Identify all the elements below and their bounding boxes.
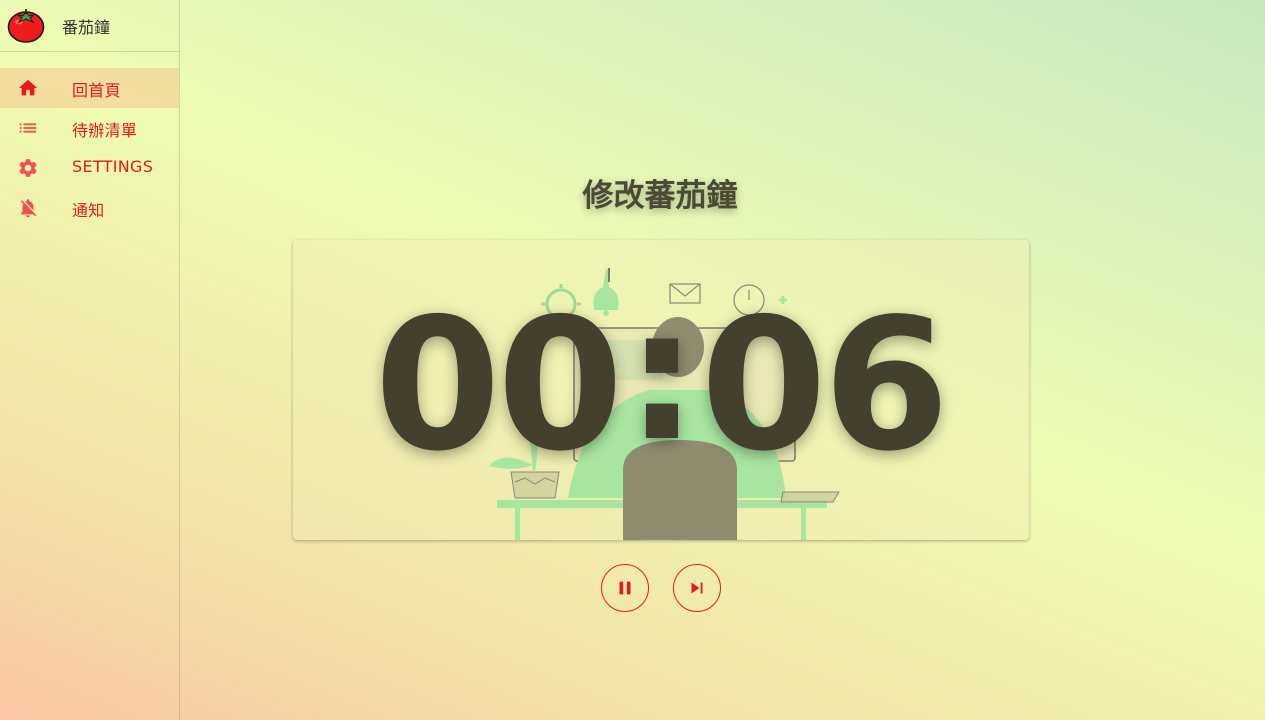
page-title: 修改蕃茄鐘 xyxy=(582,178,738,214)
pause-button[interactable] xyxy=(601,564,649,612)
skip-button[interactable] xyxy=(673,564,721,612)
timer-minutes: 00 xyxy=(374,279,623,491)
app-title: 番茄鐘 xyxy=(62,18,111,37)
timer-display: 00 : 06 xyxy=(370,279,950,491)
sidebar-item-home[interactable]: 回首頁 xyxy=(0,68,179,108)
list-icon xyxy=(19,123,37,133)
sidebar-item-label: 待辦清單 xyxy=(72,121,138,140)
sidebar-item-label: 通知 xyxy=(72,201,105,220)
sidebar-item-label: SETTINGS xyxy=(72,157,154,176)
timer-seconds: 06 xyxy=(700,279,949,491)
skip-next-icon xyxy=(691,582,703,594)
home-icon xyxy=(18,79,38,96)
sidebar-item-todo[interactable]: 待辦清單 xyxy=(0,108,179,148)
brand-header: 番茄鐘 xyxy=(0,0,179,52)
sidebar-item-notifications[interactable]: 通知 xyxy=(0,188,179,228)
gear-icon xyxy=(19,159,37,177)
pause-icon xyxy=(619,581,631,595)
sidebar-item-label: 回首頁 xyxy=(72,81,121,100)
tomato-logo-icon xyxy=(7,9,45,43)
bell-off-icon xyxy=(20,199,37,218)
timer-separator: : xyxy=(625,269,699,481)
sidebar-nav: 回首頁 待辦清單 SETTINGS 通知 xyxy=(0,68,179,228)
sidebar-item-settings[interactable]: SETTINGS xyxy=(0,148,179,188)
sidebar: 番茄鐘 回首頁 待辦清單 SETTINGS 通知 xyxy=(0,0,180,720)
